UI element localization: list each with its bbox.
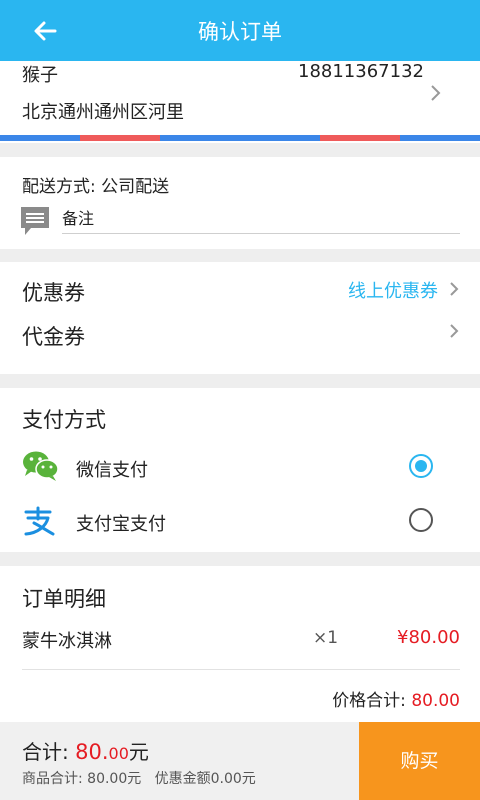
sum-breakdown: 商品合计: 80.00元 优惠金额0.00元 (22, 768, 256, 788)
note-input[interactable] (62, 204, 460, 234)
stripe-segment (160, 135, 240, 141)
stripe-segment (320, 135, 400, 141)
coupons-section: 优惠券 线上优惠券 代金券 (0, 262, 480, 374)
price-total-label: 价格合计: (332, 691, 412, 711)
stripe-segment (80, 135, 160, 141)
wechat-pay-label[interactable]: 微信支付 (76, 456, 148, 482)
divider (22, 669, 460, 670)
payment-section: 支付方式 微信支付 支付宝支付 (0, 388, 480, 552)
address-stripe (0, 135, 480, 141)
buy-button[interactable]: 购买 (359, 722, 480, 800)
order-section: 订单明细 蒙牛冰淇淋 ×1 ¥80.00 价格合计: 80.00 (0, 566, 480, 722)
price-total: 价格合计: 80.00 (332, 686, 460, 711)
stripe-segment (240, 135, 320, 141)
address-card[interactable]: 猴子 18811367132 北京通州通州区河里 (0, 61, 480, 143)
voucher-label[interactable]: 代金券 (22, 321, 85, 351)
chevron-right-icon (431, 85, 441, 101)
chevron-right-icon[interactable] (449, 280, 459, 298)
discount-amount: 优惠金额0.00元 (154, 771, 256, 787)
recipient-address: 北京通州通州区河里 (22, 102, 184, 123)
sum-unit: 元 (128, 740, 149, 764)
sum-int: 80. (75, 740, 109, 764)
sum-dec: 00 (108, 744, 129, 763)
item-name: 蒙牛冰淇淋 (22, 631, 112, 652)
stripe-segment (400, 135, 480, 141)
coupon-value[interactable]: 线上优惠券 (348, 277, 438, 303)
wechat-pay-icon (23, 451, 59, 481)
goods-total: 商品合计: 80.00元 (22, 771, 142, 787)
price-total-value: 80.00 (411, 691, 460, 711)
app-header: 确认订单 (0, 0, 480, 61)
sum-label: 合计: (22, 740, 76, 764)
coupon-label[interactable]: 优惠券 (22, 277, 85, 307)
alipay-icon (24, 506, 55, 536)
recipient-phone: 18811367132 (298, 61, 424, 82)
recipient-name: 猴子 (22, 65, 58, 86)
delivery-method: 配送方式: 公司配送 (22, 177, 170, 197)
alipay-radio[interactable] (409, 508, 433, 532)
page-title: 确认订单 (198, 20, 282, 44)
payment-title: 支付方式 (22, 408, 106, 432)
delivery-section: 配送方式: 公司配送 (0, 157, 480, 249)
order-title: 订单明细 (22, 587, 106, 611)
stripe-segment (0, 135, 80, 141)
comment-icon (21, 207, 49, 235)
item-price: ¥80.00 (397, 627, 460, 648)
sum-total: 合计: 80.00元 (22, 736, 149, 765)
item-quantity: ×1 (313, 628, 339, 648)
wechat-pay-radio[interactable] (409, 454, 433, 478)
chevron-right-icon[interactable] (449, 322, 459, 340)
alipay-label[interactable]: 支付宝支付 (76, 510, 166, 536)
